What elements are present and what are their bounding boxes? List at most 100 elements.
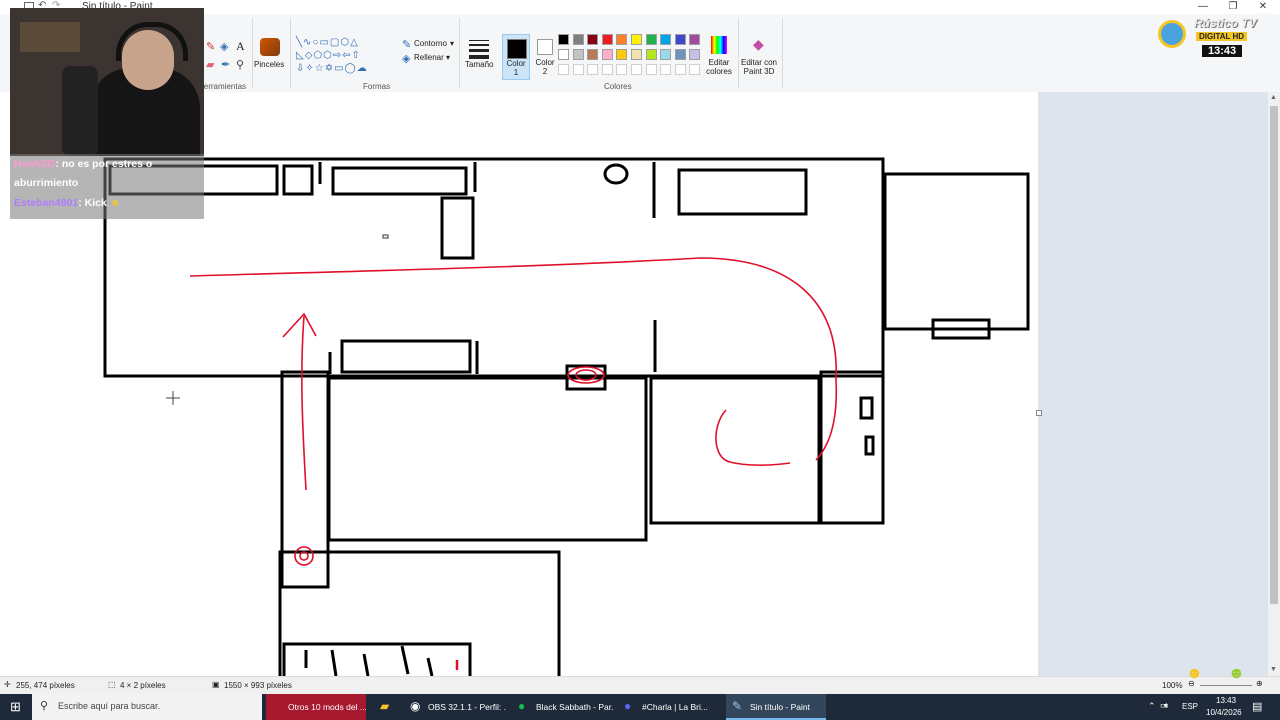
arrow-shaft — [301, 315, 307, 491]
color-swatch[interactable] — [645, 49, 657, 60]
color-swatch[interactable] — [631, 49, 642, 60]
paint-icon: ✎ — [732, 699, 743, 713]
color-swatch[interactable] — [631, 34, 642, 45]
task-obs[interactable]: OBS 32.1.1 - Perfil: ... — [406, 694, 506, 720]
edit-colors-button[interactable]: Editar colores — [704, 34, 734, 82]
fill-dropdown[interactable]: Rellenar — [414, 53, 444, 62]
task-label: Sin título - Paint — [750, 702, 811, 712]
eraser-icon[interactable]: ▰ — [206, 58, 214, 71]
color-swatch[interactable] — [558, 49, 569, 60]
search-box[interactable]: ⚲ Escribe aquí para buscar. — [32, 694, 262, 720]
custom-color-slot[interactable] — [587, 64, 599, 75]
furniture-2 — [282, 164, 314, 196]
color1-button[interactable]: Color 1 — [502, 34, 530, 80]
task-spotify[interactable]: Black Sabbath - Par... — [514, 694, 614, 720]
color-swatch[interactable] — [616, 49, 628, 60]
color-swatch[interactable] — [572, 49, 584, 60]
color-swatch[interactable] — [587, 49, 599, 60]
color-swatch[interactable] — [660, 49, 672, 60]
right-room — [649, 376, 821, 525]
chat-message: : Kick — [78, 197, 107, 209]
task-label: Otros 10 mods del ... — [288, 702, 366, 712]
custom-color-slot[interactable] — [572, 64, 584, 75]
custom-color-slot[interactable] — [674, 64, 686, 75]
shapes-row-2: ◺◇⬠⬡⇨⇦⇧ — [296, 50, 361, 61]
separator — [459, 18, 460, 88]
color-swatch[interactable] — [645, 34, 657, 45]
file-explorer-icon[interactable]: ▰ — [380, 700, 389, 712]
color-swatch[interactable] — [689, 49, 701, 60]
route-line — [189, 257, 838, 461]
clock-date[interactable]: 10/4/2026 — [1206, 708, 1242, 717]
zoom-level: 100% — [1162, 681, 1183, 690]
color-swatch[interactable] — [572, 34, 584, 45]
magnifier-icon[interactable]: ⚲ — [236, 58, 244, 71]
small-mark — [382, 234, 389, 239]
color-swatch[interactable] — [674, 34, 686, 45]
furniture-4 — [677, 168, 808, 216]
color-swatch[interactable] — [601, 34, 613, 45]
canvas-resize-handle[interactable] — [1036, 410, 1042, 416]
outline-dropdown[interactable]: Contorno — [414, 39, 447, 48]
cursor-position: 255, 474 píxeles — [16, 681, 75, 690]
color2-button[interactable]: Color 2 — [532, 34, 558, 78]
color-swatch[interactable] — [601, 49, 613, 60]
close-button[interactable]: ✕ — [1248, 0, 1278, 14]
color-swatch[interactable] — [616, 34, 628, 45]
rainbow-icon — [711, 36, 727, 54]
custom-color-slot[interactable] — [558, 64, 569, 75]
shapes-gallery[interactable]: ╲∿○▭▢⬡△ ◺◇⬠⬡⇨⇦⇧ ⇩✧☆✡▭◯☁ — [296, 36, 396, 82]
zoom-slider[interactable] — [1200, 685, 1252, 686]
headphones — [116, 22, 188, 61]
pencil-icon[interactable]: ✎ — [206, 40, 215, 53]
notifications-icon[interactable]: ▤ — [1252, 700, 1262, 713]
task-browser[interactable]: Otros 10 mods del ... — [266, 694, 366, 720]
color-picker-icon[interactable]: ✒ — [221, 58, 230, 71]
custom-color-slot[interactable] — [631, 64, 642, 75]
search-icon: ⚲ — [40, 700, 49, 712]
task-discord[interactable]: #Charla | La Bri... — [620, 694, 720, 720]
spotify-icon: ● — [518, 699, 526, 713]
edit-colors-label: Editar colores — [706, 58, 732, 76]
custom-color-slot[interactable] — [645, 64, 657, 75]
brushes-button[interactable]: Pinceles — [254, 36, 286, 86]
chair — [62, 66, 98, 156]
chat-message: : no es por estres o — [55, 158, 153, 170]
color-swatch[interactable] — [689, 34, 701, 45]
separator — [252, 18, 253, 88]
color-swatch[interactable] — [674, 49, 686, 60]
custom-color-slot[interactable] — [601, 64, 613, 75]
color-swatch[interactable] — [587, 34, 599, 45]
size-lines-icon — [469, 38, 489, 59]
closet-item — [864, 435, 875, 456]
canvas-size-icon: ▣ — [212, 680, 220, 689]
color-swatch[interactable] — [660, 34, 672, 45]
volume-icon[interactable]: 🔈︎ — [1164, 700, 1169, 711]
stairs — [282, 642, 472, 676]
size-button[interactable]: Tamaño — [464, 38, 494, 86]
clock-time[interactable]: 13:43 — [1216, 696, 1236, 705]
maximize-button[interactable]: ❐ — [1218, 0, 1248, 14]
windows-start-icon[interactable]: ⊞ — [10, 700, 21, 713]
zoom-in-icon[interactable]: ⊕ — [1256, 679, 1263, 688]
paint3d-button[interactable]: ◆ Editar con Paint 3D — [740, 34, 778, 82]
text-icon[interactable]: A — [236, 39, 245, 54]
fill-icon[interactable]: ◈ — [220, 40, 228, 53]
minimize-button[interactable]: — — [1188, 0, 1218, 14]
language-indicator[interactable]: ESP — [1182, 702, 1198, 711]
custom-color-slot[interactable] — [616, 64, 628, 75]
obs-icon: ◉ — [410, 699, 421, 713]
scroll-up-icon[interactable]: ▲ — [1270, 94, 1277, 101]
custom-color-slot[interactable] — [689, 64, 701, 75]
column — [440, 196, 475, 260]
color-swatch[interactable] — [558, 34, 569, 45]
scroll-down-icon[interactable]: ▼ — [1270, 666, 1277, 673]
custom-color-slot[interactable] — [660, 64, 672, 75]
shapes-row-3: ⇩✧☆✡▭◯☁ — [296, 63, 368, 74]
east-room — [883, 172, 1030, 331]
red-annotations — [189, 257, 838, 670]
brush-icon — [260, 38, 280, 56]
floor-plan-walls — [103, 157, 1030, 676]
tray-chevron-icon[interactable]: ⌃ — [1148, 701, 1156, 712]
scrollbar-thumb[interactable] — [1270, 106, 1278, 604]
